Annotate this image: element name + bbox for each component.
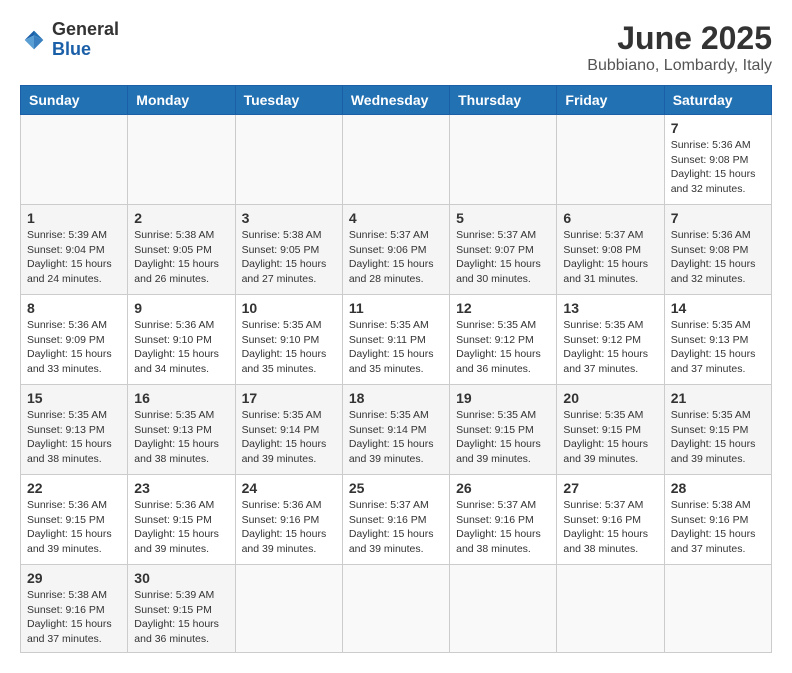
title-section: June 2025 Bubbiano, Lombardy, Italy xyxy=(587,20,772,75)
day-cell-30: 30 Sunrise: 5:39 AMSunset: 9:15 PMDaylig… xyxy=(128,565,235,653)
day-cell-3: 3 Sunrise: 5:38 AMSunset: 9:05 PMDayligh… xyxy=(235,205,342,295)
calendar-table: Sunday Monday Tuesday Wednesday Thursday… xyxy=(20,85,772,653)
empty-cell xyxy=(557,565,664,653)
day-cell-7b: 7 Sunrise: 5:36 AMSunset: 9:08 PMDayligh… xyxy=(664,205,771,295)
day-cell-5: 5 Sunrise: 5:37 AMSunset: 9:07 PMDayligh… xyxy=(450,205,557,295)
header-thursday: Thursday xyxy=(450,86,557,115)
logo-text: GeneralBlue xyxy=(52,20,119,60)
day-cell-15: 15 Sunrise: 5:35 AMSunset: 9:13 PMDaylig… xyxy=(21,385,128,475)
day-cell-23: 23 Sunrise: 5:36 AMSunset: 9:15 PMDaylig… xyxy=(128,475,235,565)
day-cell-8: 8 Sunrise: 5:36 AMSunset: 9:09 PMDayligh… xyxy=(21,295,128,385)
day-cell-24: 24 Sunrise: 5:36 AMSunset: 9:16 PMDaylig… xyxy=(235,475,342,565)
day-cell-7: 7 Sunrise: 5:36 AMSunset: 9:08 PMDayligh… xyxy=(664,115,771,205)
calendar-subtitle: Bubbiano, Lombardy, Italy xyxy=(587,57,772,75)
week-row-5: 29 Sunrise: 5:38 AMSunset: 9:16 PMDaylig… xyxy=(21,565,772,653)
day-cell-17: 17 Sunrise: 5:35 AMSunset: 9:14 PMDaylig… xyxy=(235,385,342,475)
day-cell-20: 20 Sunrise: 5:35 AMSunset: 9:15 PMDaylig… xyxy=(557,385,664,475)
header-wednesday: Wednesday xyxy=(342,86,449,115)
empty-cell xyxy=(235,115,342,205)
day-cell-18: 18 Sunrise: 5:35 AMSunset: 9:14 PMDaylig… xyxy=(342,385,449,475)
empty-cell xyxy=(128,115,235,205)
day-cell-19: 19 Sunrise: 5:35 AMSunset: 9:15 PMDaylig… xyxy=(450,385,557,475)
header-row: Sunday Monday Tuesday Wednesday Thursday… xyxy=(21,86,772,115)
header-friday: Friday xyxy=(557,86,664,115)
empty-cell xyxy=(664,565,771,653)
empty-cell xyxy=(557,115,664,205)
day-cell-1: 1 Sunrise: 5:39 AMSunset: 9:04 PMDayligh… xyxy=(21,205,128,295)
day-cell-16: 16 Sunrise: 5:35 AMSunset: 9:13 PMDaylig… xyxy=(128,385,235,475)
day-cell-26: 26 Sunrise: 5:37 AMSunset: 9:16 PMDaylig… xyxy=(450,475,557,565)
day-cell-22: 22 Sunrise: 5:36 AMSunset: 9:15 PMDaylig… xyxy=(21,475,128,565)
logo-icon xyxy=(20,26,48,54)
day-cell-25: 25 Sunrise: 5:37 AMSunset: 9:16 PMDaylig… xyxy=(342,475,449,565)
day-cell-21: 21 Sunrise: 5:35 AMSunset: 9:15 PMDaylig… xyxy=(664,385,771,475)
empty-cell xyxy=(21,115,128,205)
day-cell-13: 13 Sunrise: 5:35 AMSunset: 9:12 PMDaylig… xyxy=(557,295,664,385)
day-cell-4: 4 Sunrise: 5:37 AMSunset: 9:06 PMDayligh… xyxy=(342,205,449,295)
day-cell-6: 6 Sunrise: 5:37 AMSunset: 9:08 PMDayligh… xyxy=(557,205,664,295)
page-header: GeneralBlue June 2025 Bubbiano, Lombardy… xyxy=(20,20,772,75)
week-row-3: 15 Sunrise: 5:35 AMSunset: 9:13 PMDaylig… xyxy=(21,385,772,475)
header-saturday: Saturday xyxy=(664,86,771,115)
week-row-1b: 1 Sunrise: 5:39 AMSunset: 9:04 PMDayligh… xyxy=(21,205,772,295)
day-cell-12: 12 Sunrise: 5:35 AMSunset: 9:12 PMDaylig… xyxy=(450,295,557,385)
header-monday: Monday xyxy=(128,86,235,115)
week-row-1: 7 Sunrise: 5:36 AMSunset: 9:08 PMDayligh… xyxy=(21,115,772,205)
day-cell-29: 29 Sunrise: 5:38 AMSunset: 9:16 PMDaylig… xyxy=(21,565,128,653)
empty-cell xyxy=(450,115,557,205)
day-cell-2: 2 Sunrise: 5:38 AMSunset: 9:05 PMDayligh… xyxy=(128,205,235,295)
calendar-title: June 2025 xyxy=(587,20,772,57)
day-cell-28: 28 Sunrise: 5:38 AMSunset: 9:16 PMDaylig… xyxy=(664,475,771,565)
day-cell-10: 10 Sunrise: 5:35 AMSunset: 9:10 PMDaylig… xyxy=(235,295,342,385)
header-sunday: Sunday xyxy=(21,86,128,115)
empty-cell xyxy=(342,565,449,653)
empty-cell xyxy=(235,565,342,653)
week-row-4: 22 Sunrise: 5:36 AMSunset: 9:15 PMDaylig… xyxy=(21,475,772,565)
empty-cell xyxy=(450,565,557,653)
day-cell-27: 27 Sunrise: 5:37 AMSunset: 9:16 PMDaylig… xyxy=(557,475,664,565)
day-cell-11: 11 Sunrise: 5:35 AMSunset: 9:11 PMDaylig… xyxy=(342,295,449,385)
empty-cell xyxy=(342,115,449,205)
header-tuesday: Tuesday xyxy=(235,86,342,115)
week-row-2: 8 Sunrise: 5:36 AMSunset: 9:09 PMDayligh… xyxy=(21,295,772,385)
logo: GeneralBlue xyxy=(20,20,119,60)
day-cell-14: 14 Sunrise: 5:35 AMSunset: 9:13 PMDaylig… xyxy=(664,295,771,385)
day-cell-9: 9 Sunrise: 5:36 AMSunset: 9:10 PMDayligh… xyxy=(128,295,235,385)
